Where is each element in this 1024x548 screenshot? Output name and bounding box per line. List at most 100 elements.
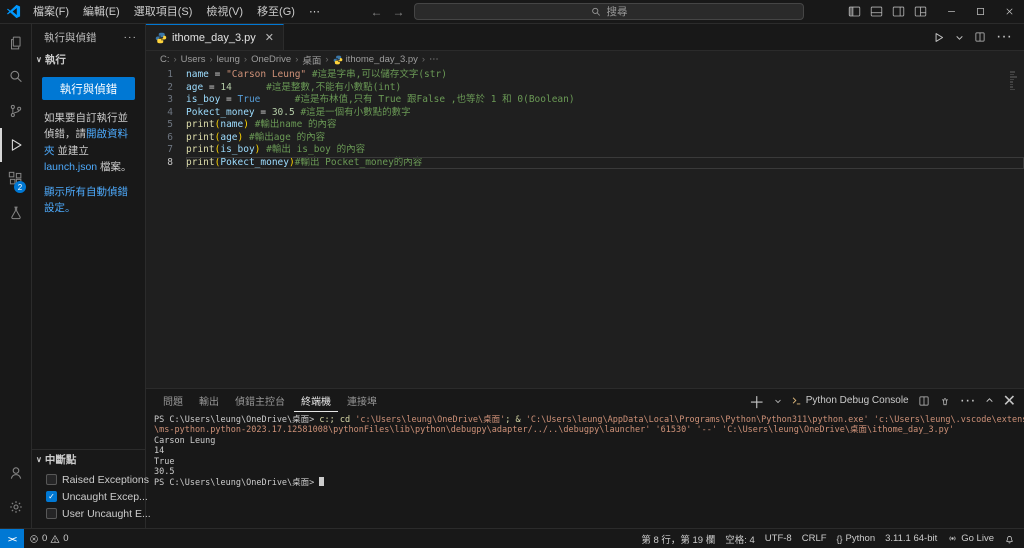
- breadcrumb-item[interactable]: Users: [181, 54, 206, 65]
- code-line-2[interactable]: 2 age = 14 #這是整數,不能有小數點(int): [146, 82, 1024, 95]
- breakpoint-checkbox[interactable]: [46, 474, 57, 485]
- code-line-6[interactable]: 6 print(age) #輸出age 的內容: [146, 132, 1024, 145]
- status-go-live[interactable]: Go Live: [942, 529, 999, 548]
- vscode-window: 檔案(F)編輯(E)選取項目(S)檢視(V)移至(G)⋯ ← → 搜尋: [0, 0, 1024, 548]
- activity-search[interactable]: [0, 60, 31, 94]
- breakpoint-uncaught-exceptions[interactable]: ✓ Uncaught Excep...: [32, 488, 148, 505]
- menu-selection[interactable]: 選取項目(S): [127, 2, 200, 22]
- line-number: 7: [167, 144, 173, 155]
- maximize-panel-icon[interactable]: [985, 396, 994, 405]
- breakpoints-section: ∨ 中斷點 Raised Exceptions ✓ Uncaught Excep…: [32, 449, 151, 528]
- panel-tab-problems[interactable]: 問題: [156, 389, 190, 412]
- run-python-file-icon[interactable]: [932, 31, 945, 44]
- run-dropdown-chevron-icon[interactable]: [955, 33, 964, 42]
- terminal-line: PS C:\Users\leung\OneDrive\桌面>: [154, 477, 1016, 488]
- menu-more[interactable]: ⋯: [302, 2, 327, 22]
- code-line-3[interactable]: 3 is_boy = True #這是布林值,只有 True 跟False ,也…: [146, 94, 1024, 107]
- status-encoding[interactable]: UTF-8: [760, 529, 797, 548]
- sidebar-title: 執行與偵錯: [44, 31, 97, 44]
- breakpoint-label: Raised Exceptions: [62, 473, 149, 486]
- run-and-debug-button[interactable]: 執行與偵錯: [42, 77, 135, 100]
- remote-indicator-icon[interactable]: ><: [0, 529, 24, 548]
- terminal-dropdown-chevron-icon[interactable]: [774, 397, 782, 405]
- kill-terminal-icon[interactable]: [939, 395, 951, 407]
- toggle-panel-icon[interactable]: [870, 5, 883, 18]
- breadcrumb-item[interactable]: 桌面: [302, 53, 321, 67]
- activity-testing[interactable]: [0, 196, 31, 230]
- close-panel-icon[interactable]: ✕: [1003, 391, 1016, 411]
- editor-more-actions-icon[interactable]: ···: [996, 28, 1012, 46]
- code-lines: 1 name = "Carson Leung" #這是字串,可以儲存文字(str…: [146, 69, 1024, 169]
- nav-back-icon[interactable]: ←: [370, 5, 382, 19]
- breakpoints-header[interactable]: ∨ 中斷點: [32, 450, 145, 469]
- statusbar-right: 第 8 行，第 19 欄空格: 4 UTF-8 CRLF {} Python 3.11.1…: [636, 529, 1024, 548]
- status-eol[interactable]: CRLF: [797, 529, 832, 548]
- breadcrumb-item[interactable]: ⋯: [429, 54, 439, 65]
- activity-explorer[interactable]: [0, 26, 31, 60]
- braces-icon: {}: [836, 533, 843, 544]
- breakpoint-label: User Uncaught E...: [62, 507, 151, 520]
- breakpoint-checkbox[interactable]: ✓: [46, 491, 57, 502]
- python-file-icon: [333, 55, 343, 65]
- launch-json-link[interactable]: launch.json: [44, 161, 97, 173]
- close-icon[interactable]: [995, 0, 1024, 23]
- code-line-8[interactable]: 8 print(Pokect_money)#輸出 Pocket_money的內容: [146, 156, 1024, 169]
- problems-indicator[interactable]: 0 0: [24, 529, 74, 548]
- code-line-1[interactable]: 1 name = "Carson Leung" #這是字串,可以儲存文字(str…: [146, 69, 1024, 82]
- nav-forward-icon[interactable]: →: [392, 5, 404, 19]
- code-line-5[interactable]: 5 print(name) #輸出name 的內容: [146, 119, 1024, 132]
- menu-go[interactable]: 移至(G): [250, 2, 302, 22]
- activity-source-control[interactable]: [0, 94, 31, 128]
- activity-extensions[interactable]: 2: [0, 162, 31, 196]
- new-terminal-icon[interactable]: ＋: [749, 389, 765, 413]
- menu-file[interactable]: 檔案(F): [26, 2, 76, 22]
- activity-account[interactable]: [0, 456, 31, 490]
- activity-run-and-debug[interactable]: [0, 128, 31, 162]
- breakpoint-checkbox[interactable]: [46, 508, 57, 519]
- warning-icon: [50, 534, 60, 544]
- error-icon: [29, 534, 39, 544]
- terminal-profile-picker[interactable]: Python Debug Console: [791, 395, 909, 406]
- run-debug-sidebar: 執行與偵錯 ··· ∨ 執行 執行與偵錯 如果要自訂執行並偵錯，請開啟資料夾 並…: [32, 24, 151, 528]
- toggle-secondary-sidebar-icon[interactable]: [892, 5, 905, 18]
- status-language-mode[interactable]: {} Python: [832, 529, 881, 548]
- activity-settings[interactable]: [0, 490, 31, 524]
- command-center-search[interactable]: 搜尋: [414, 3, 805, 20]
- tab-close-icon[interactable]: ✕: [265, 31, 274, 44]
- code-line-4[interactable]: 4 Pokect_money = 30.5 #這是一個有小數點的數字: [146, 107, 1024, 120]
- panel-tab-debug-console[interactable]: 偵錯主控台: [228, 389, 292, 412]
- run-section-header[interactable]: ∨ 執行: [32, 50, 145, 69]
- editor-tab-bar: ithome_day_3.py ✕ ···: [146, 24, 1024, 51]
- tab-ithome-day-3[interactable]: ithome_day_3.py ✕: [146, 24, 284, 50]
- show-all-debug-configs-link[interactable]: 顯示所有自動偵錯設定。: [44, 186, 128, 214]
- code-line-7[interactable]: 7 print(is_boy) #輸出 is_boy 的內容: [146, 144, 1024, 157]
- minimap[interactable]: [1010, 71, 1022, 91]
- panel-tab-output[interactable]: 輸出: [192, 389, 226, 412]
- code-editor[interactable]: 1 name = "Carson Leung" #這是字串,可以儲存文字(str…: [146, 68, 1024, 388]
- menu-view[interactable]: 檢視(V): [199, 2, 250, 22]
- line-number: 1: [167, 69, 173, 80]
- panel-more-actions-icon[interactable]: ···: [960, 392, 976, 410]
- split-terminal-icon[interactable]: [918, 395, 930, 407]
- split-editor-icon[interactable]: [974, 31, 986, 43]
- customize-layout-icon[interactable]: [914, 5, 927, 18]
- breadcrumb-item[interactable]: leung: [217, 54, 240, 65]
- breakpoint-user-uncaught-exceptions[interactable]: User Uncaught E...: [32, 505, 151, 522]
- sidebar-more-icon[interactable]: ···: [124, 31, 138, 43]
- status-cursor-position[interactable]: 第 8 行，第 19 欄: [636, 529, 720, 548]
- minimize-icon[interactable]: [937, 0, 966, 23]
- status-indentation[interactable]: 空格: 4: [720, 529, 760, 548]
- status-notifications[interactable]: [999, 529, 1020, 548]
- panel-tab-terminal[interactable]: 終端機: [294, 389, 338, 412]
- panel-tab-ports[interactable]: 連接埠: [340, 389, 384, 412]
- breadcrumb-item[interactable]: C:: [160, 54, 170, 65]
- breadcrumb-item[interactable]: ithome_day_3.py: [333, 54, 418, 65]
- maximize-icon[interactable]: [966, 0, 995, 23]
- breadcrumb-item[interactable]: OneDrive: [251, 54, 291, 65]
- menu-edit[interactable]: 編輯(E): [76, 2, 127, 22]
- breakpoints-list: Raised Exceptions ✓ Uncaught Excep... Us…: [32, 469, 151, 524]
- breakpoint-raised-exceptions[interactable]: Raised Exceptions: [32, 471, 149, 488]
- status-interpreter[interactable]: 3.11.1 64-bit: [880, 529, 942, 548]
- toggle-sidebar-icon[interactable]: [848, 5, 861, 18]
- terminal-output[interactable]: PS C:\Users\leung\OneDrive\桌面> c:; cd 'c…: [146, 412, 1024, 528]
